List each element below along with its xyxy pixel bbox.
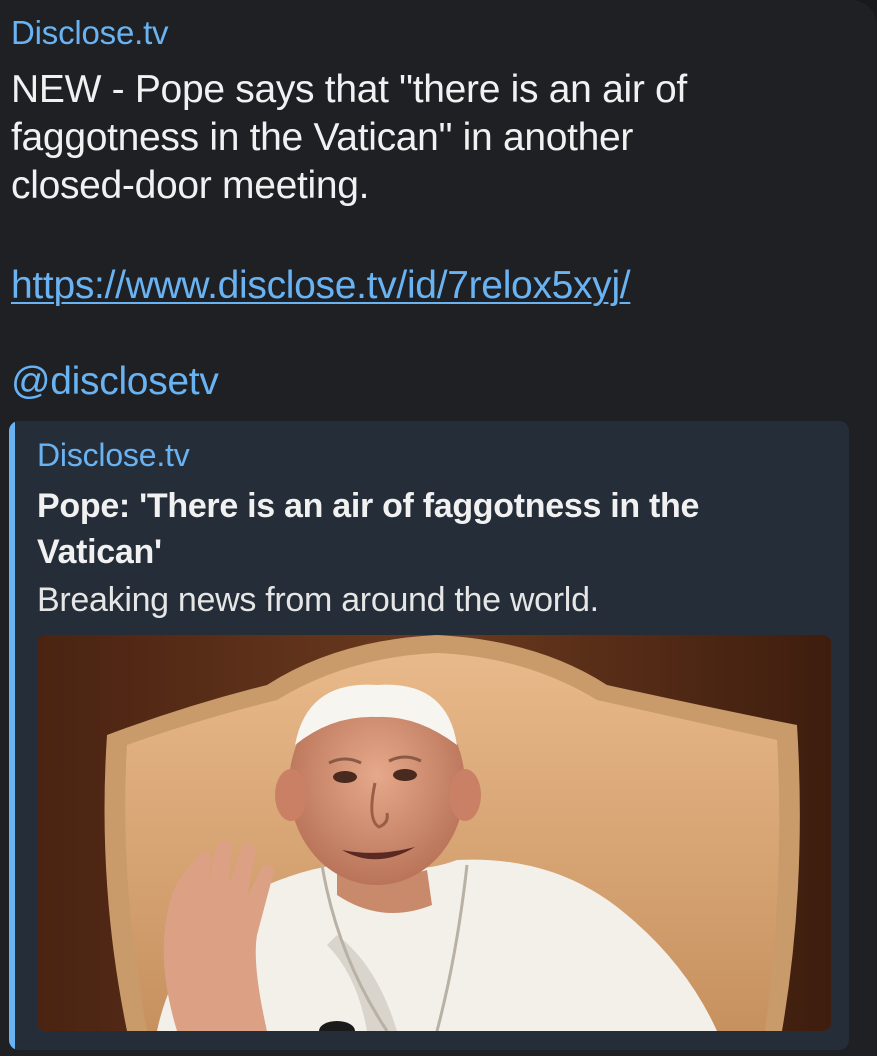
preview-site-name: Disclose.tv	[37, 437, 190, 473]
channel-mention[interactable]: @disclosetv	[11, 358, 219, 406]
preview-accent-bar	[9, 421, 15, 1050]
preview-title: Pope: 'There is an air of faggotness in …	[37, 487, 700, 571]
message-text: NEW - Pope says that "there is an air of…	[11, 68, 687, 207]
sender-name[interactable]: Disclose.tv	[11, 14, 169, 52]
preview-image[interactable]	[37, 635, 831, 1031]
message-bubble: Disclose.tv NEW - Pope says that "there …	[0, 0, 877, 1056]
pope-photo-icon	[37, 635, 831, 1031]
article-link[interactable]: https://www.disclose.tv/id/7relox5xyj/	[11, 262, 631, 310]
preview-description: Breaking news from around the world.	[37, 581, 599, 619]
link-preview-card[interactable]: Disclose.tv Pope: 'There is an air of fa…	[9, 421, 849, 1050]
